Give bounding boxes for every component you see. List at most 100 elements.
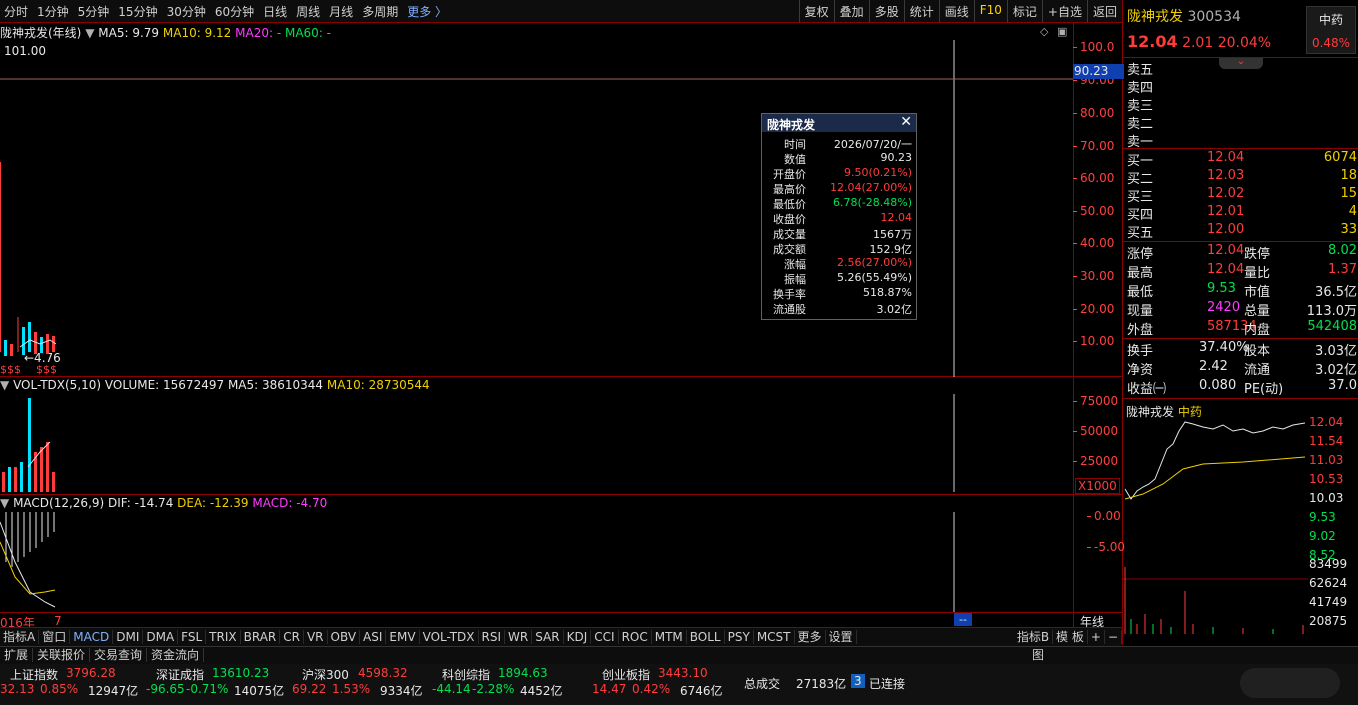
toolbar-action-5[interactable]: F10 bbox=[973, 0, 1007, 22]
chevron-down-icon[interactable]: ▼ bbox=[0, 378, 9, 392]
indicator-tab-25[interactable]: 设置 bbox=[825, 630, 857, 644]
toolbar-action-4[interactable]: 画线 bbox=[938, 0, 974, 22]
indicator-tab-4[interactable]: DMA bbox=[143, 630, 179, 644]
extension-tab-2[interactable]: 交易查询 bbox=[90, 648, 148, 662]
period-0[interactable]: 分时 bbox=[4, 5, 28, 19]
connection-status[interactable]: 已连接 bbox=[869, 675, 905, 692]
info-row: 流通股 3.02亿 bbox=[762, 301, 916, 316]
more-periods-button[interactable]: 更多 〉 bbox=[407, 5, 447, 19]
indicator-tab-3[interactable]: DMI bbox=[113, 630, 144, 644]
index-name[interactable]: 深证成指 bbox=[156, 666, 204, 683]
index-value: 13610.23 bbox=[212, 666, 270, 680]
bid-level[interactable]: 买二 12.03 18 bbox=[1127, 168, 1357, 187]
indicator-tab-24[interactable]: 更多 bbox=[794, 630, 826, 644]
tab-right-3[interactable]: − bbox=[1104, 630, 1122, 644]
bid-level[interactable]: 买五 12.00 33 bbox=[1127, 222, 1357, 241]
indicator-tab-14[interactable]: RSI bbox=[478, 630, 506, 644]
bid-label: 买五 bbox=[1127, 226, 1154, 241]
total-turnover-value: 27183亿 bbox=[796, 677, 847, 691]
indicator-tab-0[interactable]: 指标A bbox=[0, 630, 40, 644]
sector-badge[interactable]: 中药 0.48% bbox=[1306, 6, 1356, 54]
index-name[interactable]: 科创综指 bbox=[442, 666, 490, 683]
candle bbox=[10, 344, 13, 356]
indicator-tab-18[interactable]: CCI bbox=[591, 630, 619, 644]
bid-level[interactable]: 买一 12.04 6074 bbox=[1127, 150, 1357, 169]
extension-tab-3[interactable]: 资金流向 bbox=[147, 648, 205, 662]
stat-value: 2420 bbox=[1207, 300, 1241, 315]
indicator-tab-9[interactable]: VR bbox=[303, 630, 328, 644]
volume-header: ▼ VOL-TDX(5,10) VOLUME: 15672497 MA5: 38… bbox=[0, 378, 430, 392]
stat-value: 1.37 bbox=[1328, 262, 1357, 277]
indicator-tab-1[interactable]: 窗口 bbox=[39, 630, 71, 644]
period-7[interactable]: 周线 bbox=[296, 5, 320, 19]
period-2[interactable]: 5分钟 bbox=[78, 5, 110, 19]
info-row: 成交量 1567万 bbox=[762, 226, 916, 241]
period-5[interactable]: 60分钟 bbox=[215, 5, 254, 19]
bid-level[interactable]: 买三 12.02 15 bbox=[1127, 186, 1357, 205]
period-8[interactable]: 月线 bbox=[329, 5, 353, 19]
candle bbox=[22, 327, 25, 355]
bid-level[interactable]: 买四 12.01 4 bbox=[1127, 204, 1357, 223]
indicator-tab-13[interactable]: VOL-TDX bbox=[419, 630, 479, 644]
indicator-tab-19[interactable]: ROC bbox=[618, 630, 652, 644]
bid-price: 12.00 bbox=[1207, 222, 1245, 237]
toolbar-action-3[interactable]: 统计 bbox=[903, 0, 939, 22]
indicator-tab-6[interactable]: TRIX bbox=[206, 630, 241, 644]
intraday-mini-chart[interactable] bbox=[1123, 419, 1308, 637]
index-amount: 6746亿 bbox=[680, 684, 723, 698]
toolbar-action-0[interactable]: 复权 bbox=[798, 0, 834, 22]
tab-right-0[interactable]: 指标B bbox=[1013, 630, 1054, 644]
vol-ma5-label: MA5: 38610344 bbox=[227, 378, 324, 392]
stat-value: 113.0万 bbox=[1306, 304, 1357, 319]
fund-label: PE(动) bbox=[1244, 382, 1284, 397]
indicator-tab-5[interactable]: FSL bbox=[178, 630, 207, 644]
volume-bar bbox=[52, 472, 55, 492]
period-3[interactable]: 15分钟 bbox=[118, 5, 157, 19]
chevron-down-icon[interactable]: ▼ bbox=[0, 496, 9, 510]
info-row-value: 5.26(55.49%) bbox=[836, 271, 912, 284]
indicator-tab-12[interactable]: EMV bbox=[386, 630, 420, 644]
index-amount: 14075亿 bbox=[234, 684, 285, 698]
indicator-tab-16[interactable]: SAR bbox=[532, 630, 564, 644]
index-name[interactable]: 上证指数 bbox=[10, 666, 58, 683]
info-window-title: 陇神戎发 ✕ bbox=[762, 114, 916, 132]
toolbar-action-2[interactable]: 多股 bbox=[868, 0, 904, 22]
dea-value: DEA: -12.39 bbox=[177, 496, 249, 510]
tab-bar-right: 指标B 模 板 + − bbox=[1013, 628, 1122, 647]
indicator-tab-11[interactable]: ASI bbox=[360, 630, 387, 644]
period-6[interactable]: 日线 bbox=[263, 5, 287, 19]
indicator-tab-22[interactable]: PSY bbox=[724, 630, 754, 644]
index-name[interactable]: 沪深300 bbox=[302, 666, 349, 683]
period-1[interactable]: 1分钟 bbox=[37, 5, 69, 19]
extension-tab-1[interactable]: 关联报价 bbox=[33, 648, 91, 662]
indicator-tab-2[interactable]: MACD bbox=[70, 630, 114, 644]
tab-right-2[interactable]: + bbox=[1087, 630, 1105, 644]
period-4[interactable]: 30分钟 bbox=[167, 5, 206, 19]
indicator-tab-17[interactable]: KDJ bbox=[563, 630, 592, 644]
toolbar-action-1[interactable]: 叠加 bbox=[833, 0, 869, 22]
toolbar-action-8[interactable]: 返回 bbox=[1086, 0, 1122, 22]
close-icon[interactable]: ✕ bbox=[900, 114, 912, 130]
period-9[interactable]: 多周期 bbox=[362, 5, 398, 19]
fund-row: 收益㈠ 0.080 PE(动) 37.0 bbox=[1127, 378, 1357, 397]
price-tick: 100.0 bbox=[1072, 40, 1115, 54]
extension-tab-0[interactable]: 扩展 bbox=[0, 648, 34, 662]
bid-label: 买二 bbox=[1127, 172, 1154, 187]
indicator-tab-23[interactable]: MCST bbox=[753, 630, 795, 644]
indicator-tab-7[interactable]: BRAR bbox=[240, 630, 281, 644]
tab-right-1[interactable]: 模 板 bbox=[1053, 630, 1088, 644]
indicator-tab-20[interactable]: MTM bbox=[651, 630, 687, 644]
floating-assistant-widget[interactable] bbox=[1240, 668, 1340, 698]
indicator-tab-10[interactable]: OBV bbox=[327, 630, 361, 644]
stat-label: 现量 bbox=[1127, 304, 1154, 319]
toolbar-action-7[interactable]: +自选 bbox=[1041, 0, 1087, 22]
indicator-tab-21[interactable]: BOLL bbox=[686, 630, 725, 644]
chart-toggle-tab[interactable]: 图 bbox=[1028, 647, 1048, 664]
info-row-label: 收盘价 bbox=[773, 213, 806, 226]
index-change-pct: 0.85% bbox=[40, 682, 79, 696]
index-name[interactable]: 创业板指 bbox=[602, 666, 650, 683]
indicator-tab-8[interactable]: CR bbox=[280, 630, 304, 644]
volume-tick: 25000 bbox=[1072, 454, 1119, 468]
indicator-tab-15[interactable]: WR bbox=[505, 630, 533, 644]
toolbar-action-6[interactable]: 标记 bbox=[1006, 0, 1042, 22]
